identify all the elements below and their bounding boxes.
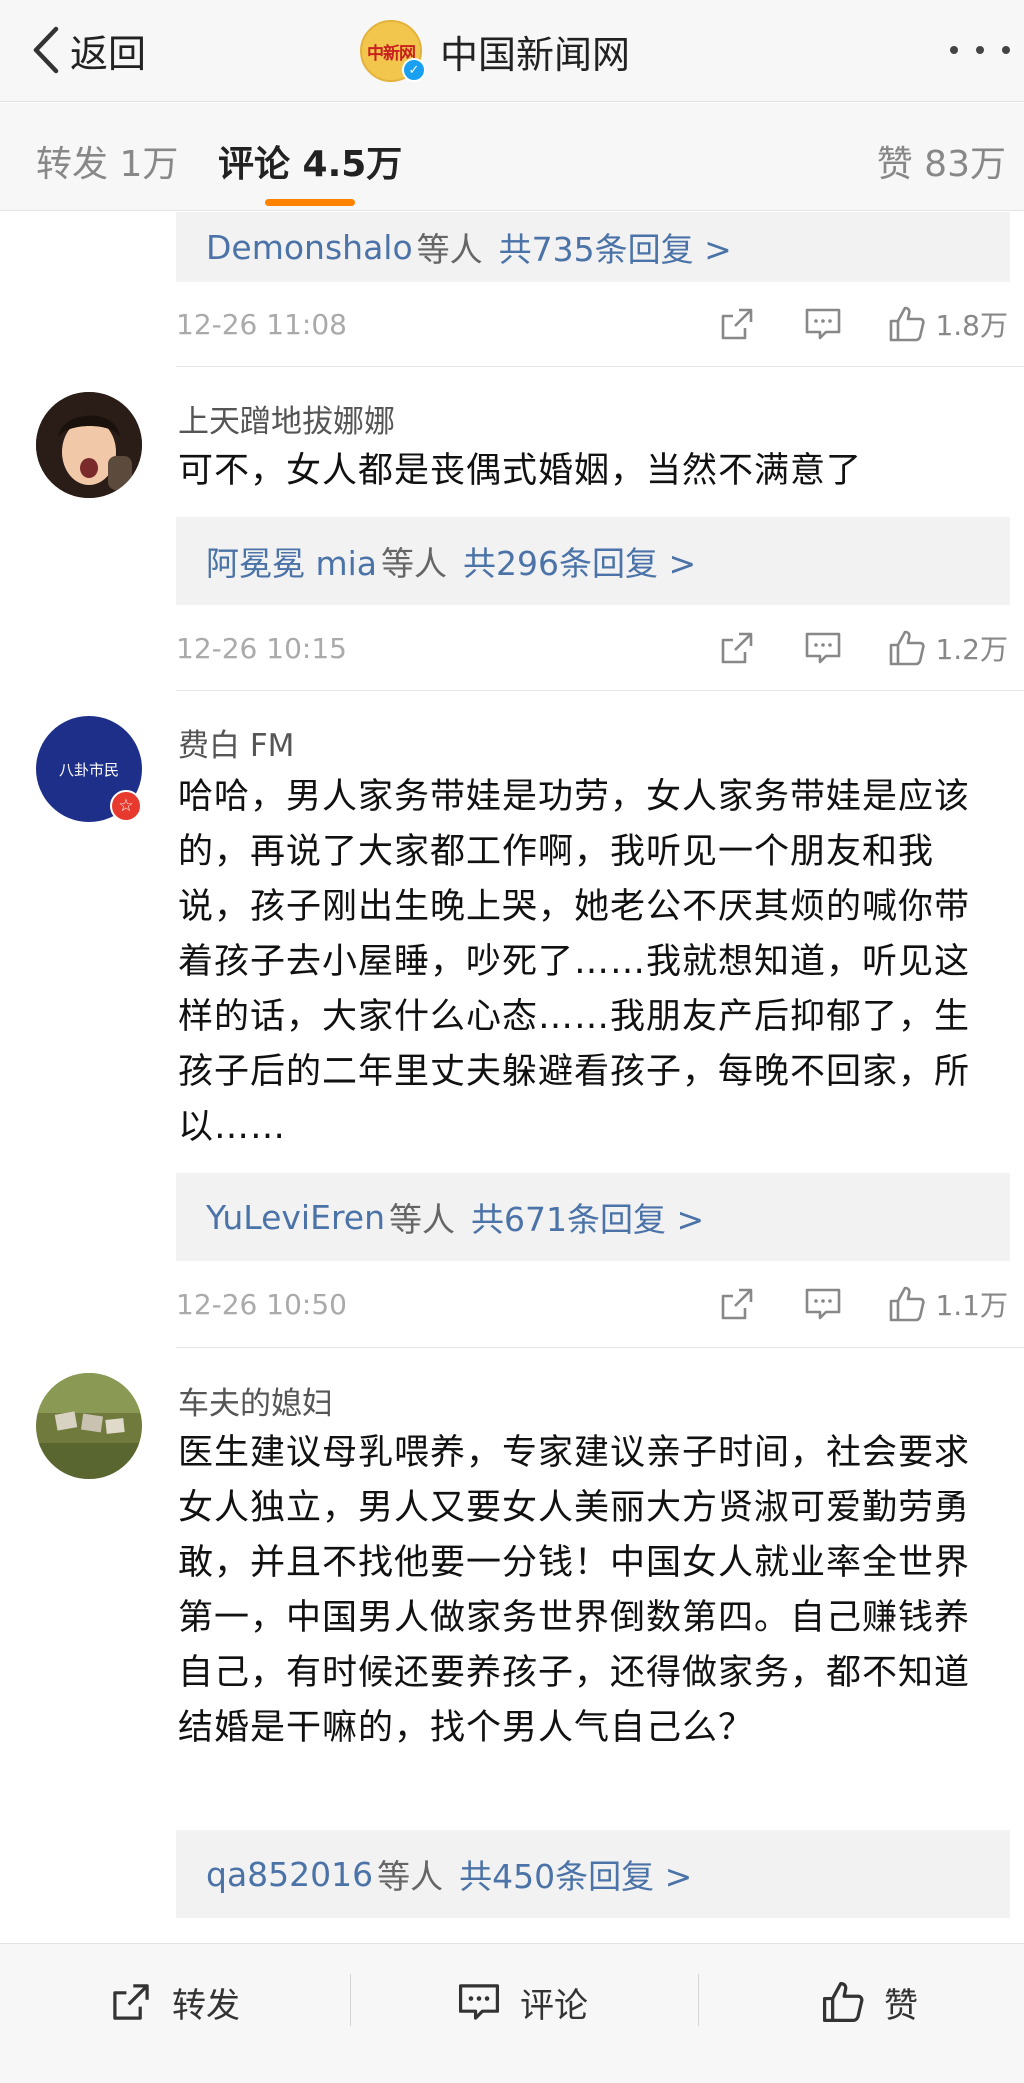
verified-icon: ✓ — [402, 58, 426, 82]
tab-likes[interactable]: 赞 83万 — [877, 135, 1006, 187]
share-button[interactable] — [717, 628, 757, 668]
bottom-action-bar: 转发 评论 赞 — [0, 1943, 1024, 2083]
comment-time: 12-26 11:08 — [176, 307, 347, 341]
top-nav-bar: 返回 中新网 ✓ 中国新闻网 — [0, 0, 1024, 102]
like-icon — [890, 1286, 926, 1322]
reply-suffix: 等人 — [381, 544, 448, 583]
comment-button[interactable] — [803, 628, 843, 668]
bottom-comment-button[interactable]: 评论 — [456, 1944, 588, 2060]
comment-text: 可不，女人都是丧偶式婚姻，当然不满意了 — [178, 451, 863, 491]
share-button[interactable] — [717, 1284, 757, 1324]
like-count: 1.8万 — [935, 309, 1008, 342]
comment-icon — [458, 1984, 500, 2020]
reply-names: qa852016 — [206, 1854, 374, 1894]
bottom-like-button[interactable]: 赞 — [820, 1944, 918, 2060]
reply-suffix: 等人 — [389, 1200, 456, 1239]
reply-summary[interactable]: Demonshalo 等人 共735条回复 > — [176, 212, 1010, 282]
divider — [176, 1347, 1024, 1348]
comment-icon — [806, 308, 841, 340]
verified-icon: ☆ — [110, 790, 142, 822]
tab-repost[interactable]: 转发 1万 — [36, 135, 178, 187]
avatar[interactable] — [36, 392, 142, 498]
comment-meta: 12-26 10:15 1.2万 — [176, 618, 1010, 678]
avatar-image — [36, 392, 142, 498]
like-button[interactable]: 1.1万 — [887, 1284, 1008, 1324]
bottom-comment-label: 评论 — [520, 1985, 588, 2026]
reply-count-link[interactable]: 共296条回复 > — [463, 537, 696, 585]
comment-icon — [806, 1288, 841, 1320]
comment-actions: 1.1万 — [717, 1274, 1008, 1334]
divider — [176, 690, 1024, 691]
reply-suffix: 等人 — [377, 1857, 444, 1896]
share-icon — [722, 308, 753, 340]
like-button[interactable]: 1.2万 — [887, 628, 1008, 668]
share-icon — [113, 1984, 149, 2020]
reply-names: YuLeviEren — [206, 1197, 386, 1237]
separator — [698, 1974, 699, 2026]
reply-summary[interactable]: qa852016 等人 共450条回复 > — [176, 1830, 1010, 1918]
like-icon — [890, 630, 926, 666]
avatar[interactable] — [36, 1373, 142, 1479]
share-button[interactable] — [717, 304, 757, 344]
share-icon — [722, 632, 753, 664]
tab-comments[interactable]: 评论 4.5万 — [218, 135, 402, 187]
comment-button[interactable] — [803, 1284, 843, 1324]
bottom-like-label: 赞 — [884, 1985, 918, 2026]
comment-meta: 12-26 11:08 1.8万 — [176, 294, 1010, 354]
separator — [350, 1974, 351, 2026]
comment-button[interactable] — [803, 304, 843, 344]
comment-author[interactable]: 费白 FM — [178, 720, 294, 765]
reply-count-link[interactable]: 共671条回复 > — [471, 1193, 704, 1241]
comment-time: 12-26 10:50 — [176, 1287, 347, 1321]
comment-actions: 1.2万 — [717, 618, 1008, 678]
back-chevron-icon — [33, 26, 59, 74]
reply-names: 阿冕冕 mia — [206, 544, 378, 583]
divider — [176, 366, 1024, 367]
reply-names: Demonshalo — [206, 227, 413, 267]
back-label: 返回 — [70, 31, 147, 76]
share-icon — [722, 1288, 753, 1320]
comment-text: 医生建议母乳喂养，专家建议亲子时间，社会要求女人独立，男人又要女人美丽大方贤淑可… — [178, 1433, 971, 1748]
reply-count-link[interactable]: 共450条回复 > — [459, 1850, 692, 1898]
page-title: 中国新闻网 — [440, 32, 631, 77]
active-tab-indicator — [265, 199, 355, 206]
avatar-image — [36, 1373, 142, 1479]
like-count: 1.1万 — [935, 1289, 1008, 1322]
like-count: 1.2万 — [935, 633, 1008, 666]
reply-summary[interactable]: YuLeviEren 等人 共671条回复 > — [176, 1173, 1010, 1261]
comment-time: 12-26 10:15 — [176, 631, 347, 665]
reply-suffix: 等人 — [416, 230, 483, 269]
reply-count-link[interactable]: 共735条回复 > — [499, 223, 732, 271]
avatar-text: 八卦市民 — [58, 760, 119, 779]
tab-bar: 转发 1万 评论 4.5万 赞 83万 — [0, 103, 1024, 211]
like-icon — [822, 1981, 864, 2023]
like-icon — [890, 306, 926, 342]
comment-actions: 1.8万 — [717, 294, 1008, 354]
comment-author[interactable]: 上天蹭地拔娜娜 — [178, 396, 395, 441]
comment-author[interactable]: 车夫的媳妇 — [178, 1378, 333, 1423]
bottom-repost-label: 转发 — [172, 1985, 240, 2026]
reply-summary[interactable]: 阿冕冕 mia 等人 共296条回复 > — [176, 517, 1010, 605]
back-button[interactable]: 返回 — [28, 22, 146, 78]
comment-text: 哈哈，男人家务带娃是功劳，女人家务带娃是应该的，再说了大家都工作啊，我听见一个朋… — [178, 777, 971, 1147]
comment-meta: 12-26 10:50 1.1万 — [176, 1274, 1010, 1334]
more-icon[interactable] — [950, 30, 1010, 70]
comment-icon — [806, 632, 841, 664]
bottom-repost-button[interactable]: 转发 — [108, 1944, 240, 2060]
like-button[interactable]: 1.8万 — [887, 304, 1008, 344]
account-logo: 中新网 ✓ — [360, 20, 426, 82]
account-header[interactable]: 中新网 ✓ 中国新闻网 — [360, 16, 630, 86]
